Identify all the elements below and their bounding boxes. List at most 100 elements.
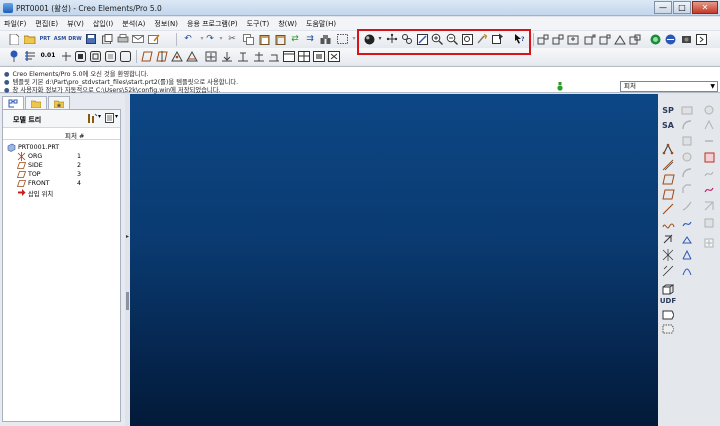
round-icon[interactable] bbox=[680, 166, 694, 180]
tree-item-datum-plane[interactable]: FRONT 4 bbox=[3, 179, 120, 188]
thicken-icon[interactable] bbox=[702, 182, 716, 196]
undo-icon[interactable]: ↶ bbox=[182, 33, 194, 45]
paste-icon[interactable] bbox=[258, 33, 270, 45]
datum-axis-display-icon[interactable] bbox=[552, 33, 564, 45]
copy-icon[interactable] bbox=[242, 33, 254, 45]
tree-show-icon[interactable] bbox=[105, 113, 115, 125]
expand-toolbar-icon[interactable] bbox=[695, 33, 707, 45]
merge-icon[interactable] bbox=[702, 118, 716, 132]
drw-icon[interactable]: DRW bbox=[68, 33, 82, 45]
regen-manager-icon[interactable]: ⇉ bbox=[304, 33, 316, 45]
menu-view[interactable]: 뷰(V) bbox=[67, 19, 84, 29]
sketch-tool-icon[interactable] bbox=[661, 232, 675, 246]
menu-info[interactable]: 정보(N) bbox=[154, 19, 178, 29]
copy-feature-icon[interactable] bbox=[661, 308, 675, 322]
sweep-icon[interactable] bbox=[680, 199, 694, 213]
annotation-icon[interactable] bbox=[268, 50, 280, 62]
menu-applications[interactable]: 응용 프로그램(P) bbox=[187, 19, 238, 29]
sa-button[interactable]: SA bbox=[661, 118, 675, 132]
favorites-tab-icon[interactable] bbox=[48, 96, 70, 109]
datum-axis-icon[interactable] bbox=[156, 50, 168, 62]
hole-icon[interactable] bbox=[680, 103, 694, 117]
close-button[interactable]: ✕ bbox=[692, 1, 718, 14]
offset-icon[interactable] bbox=[702, 166, 716, 180]
extend-icon[interactable] bbox=[702, 150, 716, 164]
layers-icon[interactable] bbox=[664, 33, 676, 45]
wireframe-icon[interactable] bbox=[119, 50, 131, 62]
csys-display-icon[interactable] bbox=[584, 33, 596, 45]
tree-item-datum-plane[interactable]: TOP 3 bbox=[3, 170, 120, 179]
sash-grip[interactable] bbox=[126, 292, 129, 310]
tree-settings-dropdown-icon[interactable]: ▾ bbox=[98, 113, 101, 120]
layers-toggle-icon[interactable] bbox=[60, 50, 72, 62]
find-icon[interactable] bbox=[320, 33, 332, 45]
multi-window-icon[interactable] bbox=[298, 50, 310, 62]
tree-item-part[interactable]: PRT0001.PRT bbox=[3, 143, 120, 152]
style-icon[interactable] bbox=[680, 264, 694, 278]
model-tree-tab-icon[interactable] bbox=[2, 96, 24, 109]
wrap-icon[interactable] bbox=[702, 236, 716, 250]
print-icon[interactable] bbox=[117, 33, 129, 45]
model-tree-icon[interactable] bbox=[649, 33, 661, 45]
graphics-window[interactable] bbox=[130, 94, 658, 426]
cut-icon[interactable]: ✂ bbox=[226, 33, 238, 45]
menu-window[interactable]: 창(W) bbox=[278, 19, 297, 29]
tree-settings-icon[interactable] bbox=[86, 113, 98, 126]
tree-show-dropdown-icon[interactable]: ▾ bbox=[115, 113, 118, 120]
note-icon[interactable] bbox=[221, 50, 233, 62]
annotation-display-icon[interactable] bbox=[599, 33, 611, 45]
chamfer-icon[interactable] bbox=[680, 182, 694, 196]
spin-center-display-icon[interactable] bbox=[614, 33, 626, 45]
point-display-icon[interactable] bbox=[567, 33, 579, 45]
save-copy-icon[interactable] bbox=[101, 33, 113, 45]
open-icon[interactable] bbox=[24, 33, 36, 45]
new-icon[interactable] bbox=[8, 33, 20, 45]
window-icon[interactable] bbox=[283, 50, 295, 62]
analysis-tool-icon[interactable] bbox=[661, 264, 675, 278]
draft-icon[interactable] bbox=[680, 150, 694, 164]
rib-icon[interactable] bbox=[680, 134, 694, 148]
asm-icon[interactable]: ASM bbox=[54, 33, 66, 45]
sketched-curve-icon[interactable] bbox=[661, 218, 675, 232]
maximize-button[interactable]: □ bbox=[673, 1, 691, 14]
no-hidden-icon[interactable] bbox=[104, 50, 116, 62]
datum-plane-tool-icon[interactable] bbox=[661, 172, 675, 186]
model-settings-icon[interactable] bbox=[24, 50, 36, 62]
datum-axis-tool-icon[interactable] bbox=[661, 158, 675, 172]
precision-icon[interactable]: 0.01 bbox=[40, 50, 56, 62]
datum-plane-icon[interactable] bbox=[141, 50, 153, 62]
mirror-icon[interactable] bbox=[702, 103, 716, 117]
regenerate-icon[interactable]: ⇄ bbox=[289, 33, 301, 45]
shade-icon[interactable] bbox=[74, 50, 86, 62]
prt-icon[interactable]: PRT bbox=[39, 33, 51, 45]
menu-file[interactable]: 파일(F) bbox=[4, 19, 26, 29]
folder-browser-tab-icon[interactable] bbox=[25, 96, 47, 109]
tree-item-insert-here[interactable]: 삽입 위치 bbox=[3, 188, 120, 198]
variable-section-sweep-icon[interactable] bbox=[680, 216, 694, 230]
appearance-icon[interactable] bbox=[629, 33, 641, 45]
print-setup-icon[interactable] bbox=[148, 33, 160, 45]
hidden-line-icon[interactable] bbox=[89, 50, 101, 62]
paste-special-icon[interactable] bbox=[274, 33, 286, 45]
save-icon[interactable] bbox=[85, 33, 97, 45]
collapse-arrow-icon[interactable]: ▸ bbox=[126, 233, 129, 240]
select-box-icon[interactable] bbox=[336, 33, 348, 45]
datum-plane-offset-icon[interactable] bbox=[661, 187, 675, 201]
close-window-icon[interactable] bbox=[328, 50, 340, 62]
dimension-icon[interactable] bbox=[237, 50, 249, 62]
selection-filter-select[interactable]: 피처 ▼ bbox=[620, 81, 718, 92]
status-indicator-icon[interactable] bbox=[556, 82, 564, 91]
table-icon[interactable] bbox=[253, 50, 265, 62]
email-icon[interactable] bbox=[132, 33, 144, 45]
distributed-computing-icon[interactable] bbox=[680, 33, 692, 45]
creo-app-icon[interactable] bbox=[3, 3, 13, 13]
boundary-blend-icon[interactable] bbox=[680, 248, 694, 262]
datum-plane-display-icon[interactable] bbox=[537, 33, 549, 45]
trim-icon[interactable] bbox=[702, 134, 716, 148]
udf-button[interactable]: UDF bbox=[660, 294, 676, 308]
project-icon[interactable] bbox=[702, 216, 716, 230]
datum-point-tool-icon[interactable] bbox=[661, 142, 675, 156]
tree-item-csys[interactable]: ORG 1 bbox=[3, 152, 120, 161]
pattern-icon[interactable] bbox=[661, 322, 675, 336]
sketch-icon[interactable] bbox=[205, 50, 217, 62]
